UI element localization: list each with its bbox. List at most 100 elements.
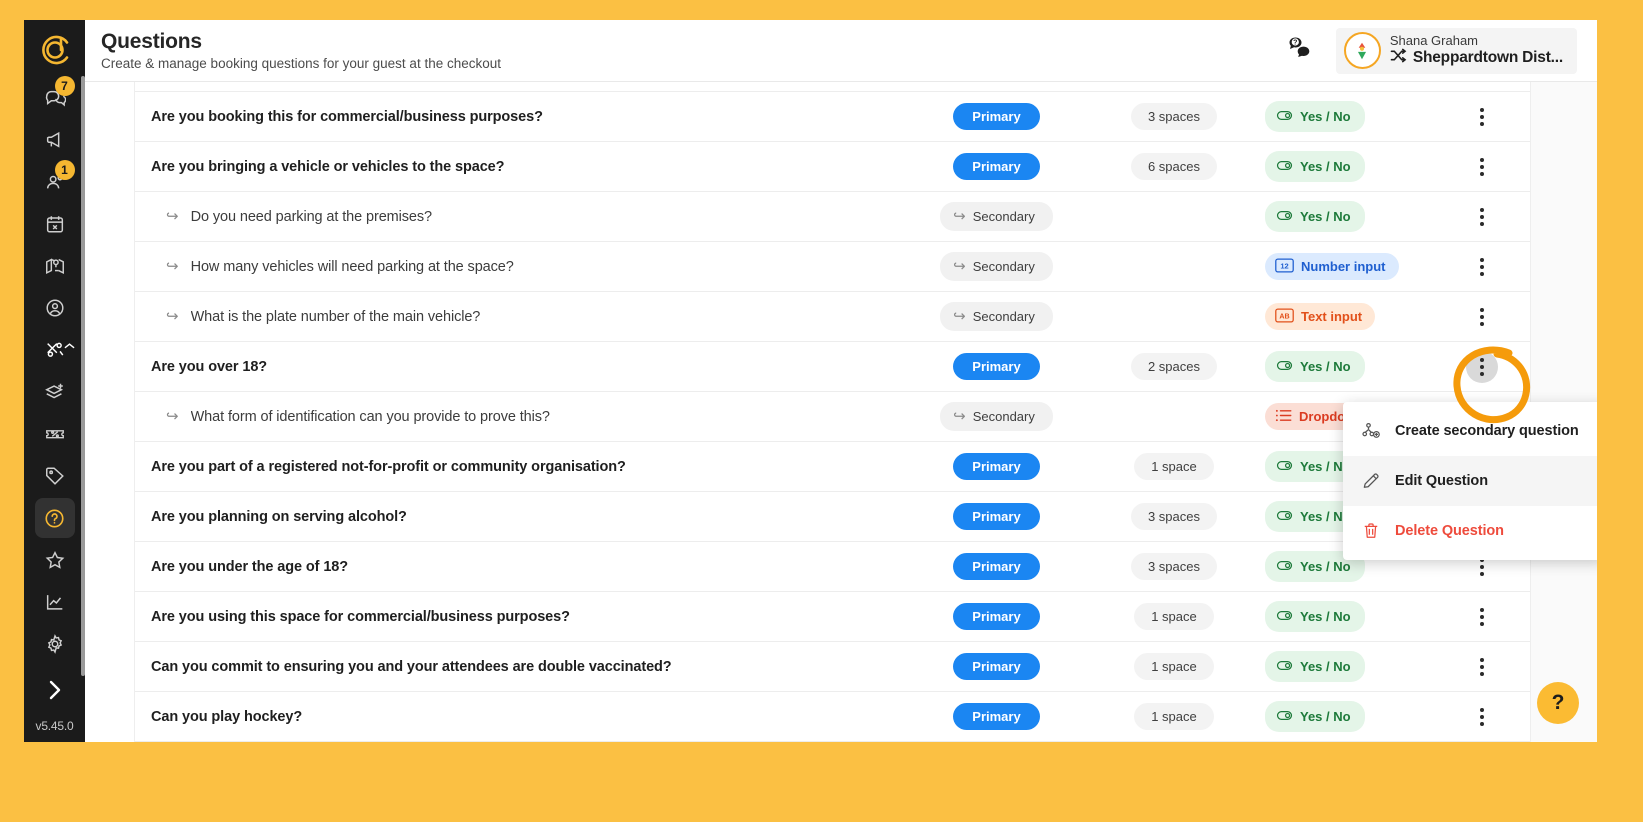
row-actions-button[interactable] (1466, 201, 1498, 233)
spaces-badge: 2 spaces (1130, 353, 1218, 380)
sidebar-item-calendar[interactable] (35, 204, 75, 244)
calendar-x-icon (44, 213, 66, 235)
sidebar-item-account[interactable] (35, 288, 75, 328)
menu-item-label: Delete Question (1395, 523, 1504, 539)
type-cell: 12 Number input (1259, 253, 1434, 280)
spaces-cell: 2 spaces (1089, 353, 1259, 380)
question-text-cell: Are you part of a registered not-for-pro… (151, 459, 904, 475)
question-text-cell: ↪ How many vehicles will need parking at … (151, 259, 904, 275)
question-type-badge: Yes / No (1265, 601, 1365, 632)
question-text: How many vehicles will need parking at t… (190, 258, 514, 275)
sidebar-item-reviews[interactable] (35, 540, 75, 580)
question-text: Are you over 18? (151, 358, 268, 375)
table-row[interactable]: Are you planning on serving alcohol? Prim… (135, 492, 1530, 542)
menu-item-delete-question[interactable]: Delete Question (1343, 506, 1597, 556)
sidebar-item-settings[interactable] (35, 624, 75, 664)
row-actions-button[interactable] (1466, 651, 1498, 683)
row-actions-button[interactable] (1466, 151, 1498, 183)
table-row[interactable]: Can you commit to ensuring you and your … (135, 642, 1530, 692)
row-actions-button[interactable] (1466, 601, 1498, 633)
question-type-label: Yes / No (1300, 709, 1351, 724)
support-chat-button[interactable]: ? (1276, 31, 1320, 71)
question-type-label: Text input (1301, 309, 1363, 324)
menu-item-label: Edit Question (1395, 473, 1488, 489)
menu-item-create-secondary-question[interactable]: Create secondary question (1343, 406, 1597, 456)
spaces-cell: 1 space (1089, 703, 1259, 730)
page-subtitle: Create & manage booking questions for yo… (101, 56, 501, 72)
sidebar-item-announcements[interactable] (35, 120, 75, 160)
question-text-cell: Can you commit to ensuring you and your … (151, 659, 904, 675)
sidebar-item-map[interactable] (35, 246, 75, 286)
question-text: Are you using this space for commercial/… (151, 608, 570, 625)
table-row[interactable]: ↪ How many vehicles will need parking at … (135, 242, 1530, 292)
sidebar-item-users[interactable]: 1 (35, 160, 75, 202)
spaces-cell: 3 spaces (1089, 103, 1259, 130)
hierarchy-plus-icon (1361, 421, 1381, 442)
sub-question-arrow-icon: ↪ (953, 408, 966, 425)
question-type-label: Yes / No (1300, 209, 1351, 224)
level-cell: Primary (904, 553, 1089, 580)
level-badge-secondary: ↪ Secondary (940, 202, 1053, 231)
avatar (1343, 32, 1381, 69)
question-type-label: Yes / No (1300, 159, 1351, 174)
account-switcher[interactable]: Shana Graham Sheppardtown Dist... (1335, 27, 1577, 74)
kebab-dot (1480, 171, 1484, 176)
sidebar-item-tools[interactable] (35, 330, 75, 370)
megaphone-icon (44, 129, 66, 151)
table-row[interactable]: ↪ Do you need parking at the premises? ↪ Se… (135, 192, 1530, 242)
pencil-icon (1361, 471, 1381, 491)
question-type-badge: Yes / No (1265, 351, 1365, 382)
kebab-dot (1480, 121, 1484, 126)
question-text-cell: ↪ What form of identification can you pro… (151, 409, 904, 425)
table-row[interactable]: Are you using this space for commercial/… (135, 592, 1530, 642)
sidebar-item-reports[interactable] (35, 582, 75, 622)
question-text: What form of identification can you prov… (190, 408, 550, 425)
level-badge-label: Primary (972, 359, 1021, 374)
kebab-dot (1480, 164, 1484, 169)
sidebar-item-messages[interactable]: 7 (35, 76, 75, 118)
level-cell: Primary (904, 603, 1089, 630)
level-badge-label: Secondary (972, 259, 1035, 274)
toggle-icon (1276, 607, 1293, 626)
actions-cell (1434, 651, 1530, 683)
menu-item-edit-question[interactable]: Edit Question (1343, 456, 1597, 506)
account-user-name: Shana Graham (1389, 32, 1479, 48)
row-actions-button[interactable] (1466, 701, 1498, 733)
kebab-dot (1480, 664, 1484, 669)
help-button[interactable]: ? (1537, 682, 1579, 724)
spaces-badge: 3 spaces (1130, 503, 1218, 530)
table-top-edge (135, 82, 1530, 92)
row-actions-button[interactable] (1466, 350, 1498, 383)
table-row[interactable]: ↪ What form of identification can you pro… (135, 392, 1530, 442)
sidebar-item-questions[interactable] (34, 498, 75, 539)
account-org-row: Sheppardtown Dist... (1390, 48, 1563, 68)
table-row[interactable]: Are you booking this for commercial/busi… (135, 92, 1530, 142)
table-row[interactable]: ↪ What is the plate number of the main ve… (135, 292, 1530, 342)
row-context-menu[interactable]: Create secondary question Edit Question (1343, 402, 1597, 560)
row-actions-button[interactable] (1466, 251, 1498, 283)
table-row[interactable]: Are you bringing a vehicle or vehicles t… (135, 142, 1530, 192)
app-logo[interactable] (24, 22, 85, 77)
kebab-dot (1480, 721, 1484, 726)
level-badge-label: Primary (972, 159, 1021, 174)
row-actions-button[interactable] (1466, 101, 1498, 133)
table-row[interactable]: Are you under the age of 18? Primary 3 spa… (135, 542, 1530, 592)
type-cell: Yes / No (1259, 351, 1434, 382)
chevron-up-icon (63, 342, 75, 350)
sidebar-item-discounts[interactable] (35, 414, 75, 454)
spaces-badge: 3 spaces (1130, 103, 1218, 130)
sidebar-item-tags[interactable] (35, 456, 75, 496)
star-icon (44, 549, 66, 571)
table-row[interactable]: Can you play hockey? Primary 1 space Yes / … (135, 692, 1530, 742)
kebab-dot (1480, 321, 1484, 326)
level-badge-primary: Primary (953, 553, 1040, 580)
table-row[interactable]: Are you over 18? Primary 2 spaces Yes / No (135, 342, 1530, 392)
toggle-icon (1276, 157, 1293, 176)
tools-icon (44, 339, 66, 361)
sidebar-item-spaces[interactable] (35, 372, 75, 412)
table-row[interactable]: Are you part of a registered not-for-pro… (135, 442, 1530, 492)
sidebar-expand-button[interactable] (24, 665, 85, 719)
question-text-cell: Are you under the age of 18? (151, 559, 904, 575)
level-badge-primary: Primary (953, 103, 1040, 130)
row-actions-button[interactable] (1466, 301, 1498, 333)
